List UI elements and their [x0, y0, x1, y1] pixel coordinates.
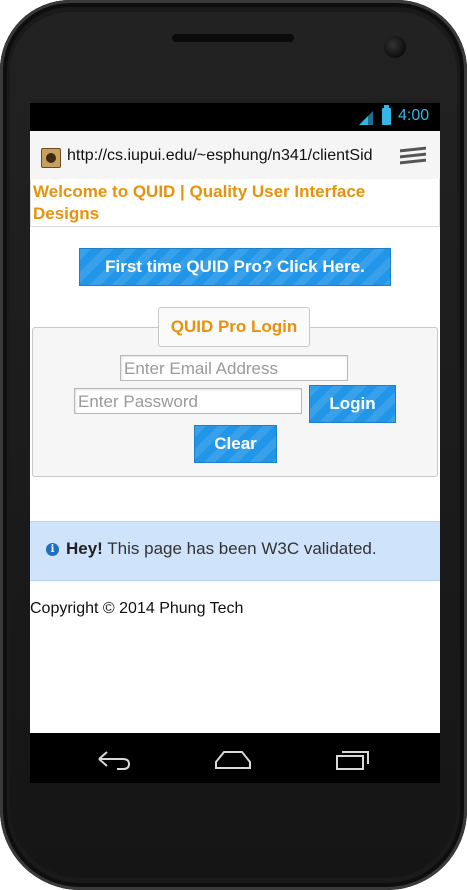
browser-url-bar[interactable]: http://cs.iupui.edu/~esphung/n341/client… — [30, 131, 440, 180]
battery-icon — [382, 105, 391, 125]
recent-apps-icon[interactable] — [333, 747, 373, 771]
alert-text: This page has been W3C validated. — [102, 539, 377, 558]
login-button[interactable]: Login — [309, 385, 396, 423]
alert-message: Hey! This page has been W3C validated. — [66, 539, 377, 559]
page-title: Welcome to QUID | Quality User Interface… — [33, 182, 366, 223]
login-legend: QUID Pro Login — [158, 307, 310, 347]
password-field[interactable]: Enter Password — [74, 388, 302, 414]
status-bar: 4:00 — [30, 103, 440, 131]
info-icon: i — [46, 543, 59, 556]
back-icon[interactable] — [93, 747, 133, 771]
clear-button[interactable]: Clear — [194, 425, 277, 463]
alert-strong: Hey! — [66, 539, 103, 558]
email-field[interactable]: Enter Email Address — [120, 355, 348, 381]
phone-frame: 4:00 http://cs.iupui.edu/~esphung/n341/c… — [0, 0, 467, 890]
copyright-text: Copyright © 2014 Phung Tech — [30, 600, 244, 617]
url-text[interactable]: http://cs.iupui.edu/~esphung/n341/client… — [67, 147, 387, 165]
android-nav-bar — [30, 733, 440, 783]
earpiece — [172, 34, 294, 42]
screen: 4:00 http://cs.iupui.edu/~esphung/n341/c… — [30, 103, 440, 783]
signal-icon — [359, 111, 373, 125]
front-camera — [384, 36, 406, 58]
menu-icon[interactable] — [400, 146, 426, 166]
favicon-icon — [41, 148, 61, 168]
info-alert: i Hey! This page has been W3C validated. — [30, 521, 440, 581]
first-time-button[interactable]: First time QUID Pro? Click Here. — [79, 248, 391, 286]
clock: 4:00 — [398, 107, 430, 124]
home-icon[interactable] — [213, 747, 253, 771]
page-header: Welcome to QUID | Quality User Interface… — [30, 179, 440, 227]
